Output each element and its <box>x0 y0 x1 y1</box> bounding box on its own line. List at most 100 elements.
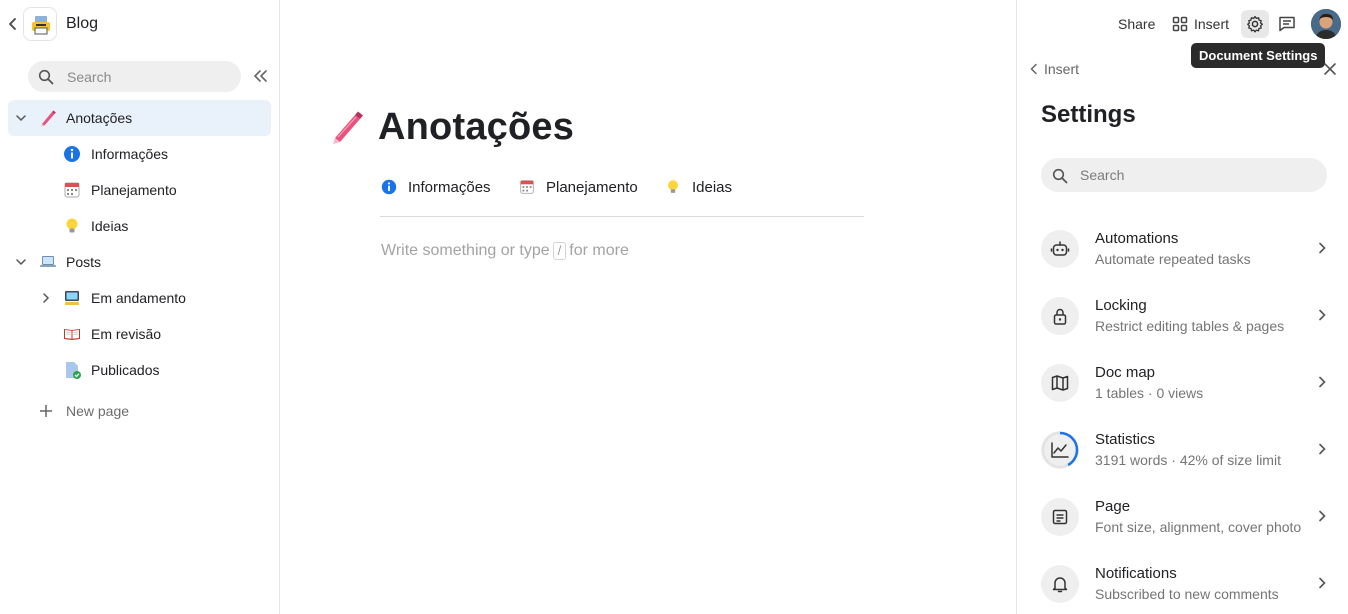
sidebar-item-label: Em andamento <box>91 290 186 306</box>
insert-label: Insert <box>1194 16 1230 32</box>
statistics-icon-wrap <box>1041 431 1079 469</box>
search-icon <box>1052 168 1068 184</box>
settings-item-desc: 1 tables · 0 views <box>1095 385 1204 401</box>
lock-icon <box>1053 308 1067 325</box>
sidebar-item-posts[interactable]: Posts <box>8 244 271 280</box>
close-icon[interactable] <box>1323 62 1337 76</box>
settings-item-desc: 3191 words · 42% of size limit <box>1095 452 1281 468</box>
book-icon <box>64 329 80 340</box>
sidebar-item-ideias[interactable]: Ideias <box>8 208 271 244</box>
computer-icon <box>65 291 79 305</box>
info-icon <box>381 179 397 195</box>
avatar[interactable] <box>1311 9 1341 39</box>
size-usage-ring <box>1041 431 1079 469</box>
settings-item-locking[interactable]: Locking Restrict editing tables & pages <box>1041 297 1333 353</box>
sidebar-item-anotacoes[interactable]: Anotações <box>8 100 271 136</box>
divider <box>380 216 864 217</box>
page-icon <box>1052 509 1068 525</box>
placeholder-text-end: for more <box>569 242 629 259</box>
slash-key-hint: / <box>552 242 567 260</box>
doc-title[interactable]: Blog <box>66 15 98 33</box>
settings-item-desc: Font size, alignment, cover photo <box>1095 519 1302 535</box>
settings-item-desc: Restrict editing tables & pages <box>1095 318 1285 334</box>
sidebar-item-planejamento[interactable]: Planejamento <box>8 172 271 208</box>
document-settings-button[interactable] <box>1241 10 1269 38</box>
chevron-right-icon <box>1319 242 1326 254</box>
calendar-icon <box>520 180 534 194</box>
chevron-right-icon <box>1319 376 1326 388</box>
settings-item-page[interactable]: Page Font size, alignment, cover photo <box>1041 498 1333 554</box>
automations-icon-wrap <box>1041 230 1079 268</box>
sidebar-item-em-andamento[interactable]: Em andamento <box>8 280 271 316</box>
doc-logo-icon[interactable] <box>23 7 57 41</box>
sidebar-item-label: Posts <box>66 254 102 270</box>
sidebar-item-label: Em revisão <box>91 326 162 342</box>
comments-icon[interactable] <box>1278 15 1296 33</box>
collapse-sidebar-icon[interactable] <box>251 68 269 84</box>
subpage-link-label: Planejamento <box>546 179 638 196</box>
info-icon <box>64 146 80 162</box>
lightbulb-icon <box>668 180 678 193</box>
page-pen-icon[interactable] <box>329 108 367 146</box>
settings-item-statistics[interactable]: Statistics 3191 words · 42% of size limi… <box>1041 431 1333 487</box>
page-icon-wrap <box>1041 498 1079 536</box>
sidebar-item-label: Informações <box>91 146 169 162</box>
page-tree: Anotações Informações Planejamento Ideia… <box>8 100 271 429</box>
sidebar-item-em-revisao[interactable]: Em revisão <box>8 316 271 352</box>
sidebar: Blog Search Anotações Informações Planej… <box>0 0 280 614</box>
subpage-link-label: Informações <box>408 179 491 196</box>
chevron-right-icon <box>1319 309 1326 321</box>
plus-icon <box>40 405 52 417</box>
doc-map-icon-wrap <box>1041 364 1079 402</box>
lightbulb-icon <box>66 218 78 233</box>
subpage-link-label: Ideias <box>692 179 733 196</box>
sidebar-item-publicados[interactable]: Publicados <box>8 352 271 388</box>
settings-item-title: Automations <box>1095 230 1179 247</box>
settings-item-title: Notifications <box>1095 565 1177 582</box>
page-title[interactable]: Anotações <box>378 106 574 149</box>
editor-placeholder[interactable]: Write something or type / for more <box>381 242 629 260</box>
page-canvas: Anotações Informações Planejamento Ideia… <box>280 0 1016 614</box>
search-input[interactable]: Search <box>67 69 111 85</box>
pen-icon <box>41 110 56 127</box>
share-button[interactable]: Share <box>1118 16 1155 32</box>
sidebar-item-label: Ideias <box>91 218 129 234</box>
sidebar-header: Blog <box>0 0 280 50</box>
gear-icon <box>1247 15 1263 33</box>
settings-item-title: Statistics <box>1095 431 1156 448</box>
insert-grid-icon <box>1172 16 1188 32</box>
chevron-down-icon[interactable] <box>14 255 28 269</box>
settings-item-automations[interactable]: Automations Automate repeated tasks <box>1041 230 1333 286</box>
chevron-right-icon[interactable] <box>39 291 53 305</box>
robot-icon <box>1050 241 1070 256</box>
chevron-left-icon <box>1030 63 1037 75</box>
calendar-icon <box>64 182 80 198</box>
locking-icon-wrap <box>1041 297 1079 335</box>
settings-item-doc-map[interactable]: Doc map 1 tables · 0 views <box>1041 364 1333 420</box>
search-icon <box>38 69 54 85</box>
settings-item-title: Doc map <box>1095 364 1156 381</box>
new-page-button[interactable]: New page <box>8 393 271 429</box>
settings-item-title: Locking <box>1095 297 1147 314</box>
settings-item-notifications[interactable]: Notifications Subscribed to new comments <box>1041 565 1333 614</box>
chevron-right-icon <box>1319 577 1326 589</box>
new-page-label: New page <box>66 403 130 419</box>
laptop-icon <box>40 256 56 267</box>
back-chevron-icon[interactable] <box>6 16 20 32</box>
placeholder-text: Write something or type <box>381 242 550 259</box>
sidebar-search[interactable]: Search <box>28 61 241 92</box>
document-settings-tooltip: Document Settings <box>1191 43 1326 68</box>
panel-title: Settings <box>1041 101 1136 128</box>
settings-item-desc: Automate repeated tasks <box>1095 251 1251 267</box>
document-check-icon <box>66 362 81 379</box>
sidebar-item-label: Planejamento <box>91 182 177 198</box>
settings-panel: Share Insert Document Settings Insert Se… <box>1016 0 1348 614</box>
settings-search[interactable]: Search <box>1041 158 1327 192</box>
sidebar-item-label: Publicados <box>91 362 160 378</box>
app-window: Blog Search Anotações Informações Planej… <box>0 0 1348 614</box>
sidebar-item-informacoes[interactable]: Informações <box>8 136 271 172</box>
back-link-label: Insert <box>1044 61 1080 77</box>
sidebar-item-label: Anotações <box>66 110 133 126</box>
chevron-down-icon[interactable] <box>14 111 28 125</box>
settings-search-input[interactable]: Search <box>1080 167 1124 183</box>
